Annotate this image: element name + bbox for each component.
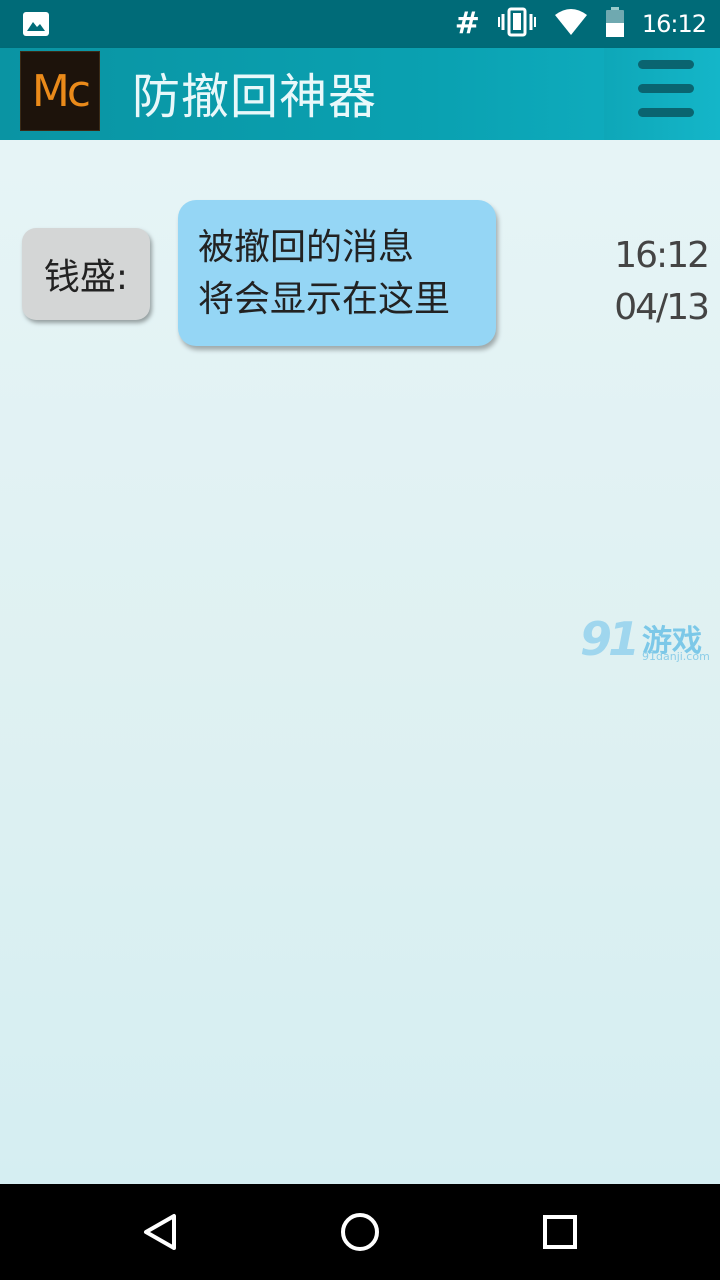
menu-icon-bar <box>638 108 694 117</box>
recents-button[interactable] <box>532 1204 588 1260</box>
message-date: 04/13 <box>614 287 710 328</box>
app-logo: Mc <box>20 51 100 131</box>
navigation-bar <box>0 1184 720 1280</box>
message-bubble[interactable]: 被撤回的消息 将会显示在这里 <box>178 200 496 346</box>
message-text-line-1: 被撤回的消息 <box>198 227 415 268</box>
status-time: 16:12 <box>641 10 707 38</box>
watermark-url: 91danji.com <box>642 650 710 663</box>
page-title: 防撤回神器 <box>132 69 378 125</box>
home-icon <box>341 1213 379 1251</box>
menu-area <box>604 48 720 140</box>
message-text-line-2: 将会显示在这里 <box>198 279 451 320</box>
app-logo-text: Mc <box>31 65 91 117</box>
status-bar: # 16:12 <box>0 0 720 48</box>
watermark-number: 91 <box>580 612 640 666</box>
back-button[interactable] <box>132 1204 188 1260</box>
battery-icon <box>605 7 624 41</box>
recents-icon <box>543 1215 577 1249</box>
message-timestamp: 16:12 04/13 <box>614 230 710 334</box>
menu-button[interactable] <box>638 60 694 120</box>
home-button[interactable] <box>332 1204 388 1260</box>
watermark-logo: 91 游戏 91danji.com <box>580 612 716 668</box>
menu-icon-bar <box>638 84 694 93</box>
message-list[interactable]: 钱盛: 被撤回的消息 将会显示在这里 16:12 04/13 91 游戏 91d… <box>0 140 720 1184</box>
sender-name: 钱盛: <box>22 228 150 320</box>
vibrate-icon <box>497 7 536 41</box>
wifi-icon <box>554 8 588 40</box>
menu-icon-bar <box>638 60 694 69</box>
hash-icon: # <box>454 6 480 41</box>
app-header: Mc 防撤回神器 <box>0 48 720 140</box>
back-icon <box>144 1214 176 1250</box>
gallery-notification-icon <box>22 11 50 41</box>
message-time: 16:12 <box>614 235 710 276</box>
